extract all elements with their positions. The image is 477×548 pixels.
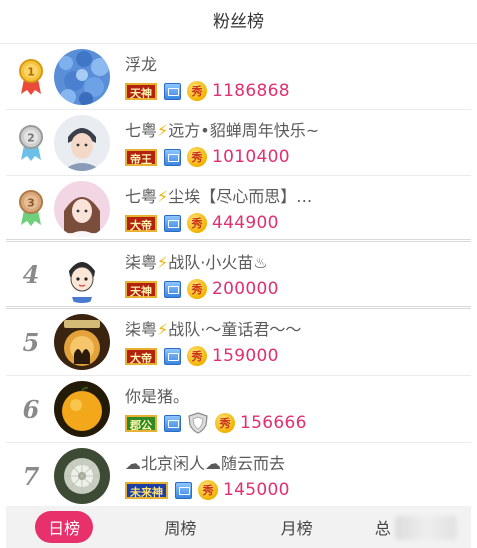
rank-number: 7 <box>22 462 40 491</box>
svg-text:1: 1 <box>27 65 35 78</box>
user-name: 尘埃【尽心而思】… <box>168 187 313 206</box>
rank-number: 5 <box>22 327 40 357</box>
xiu-coin-icon: 秀 <box>215 413 235 433</box>
avatar[interactable] <box>54 247 110 303</box>
user-name-prefix: 七粤 <box>125 187 158 206</box>
xiu-coin-icon: 秀 <box>187 346 207 366</box>
level-badge-icon <box>164 347 181 365</box>
user-name-prefix: 柒粤 <box>125 253 158 272</box>
level-badge-icon <box>164 82 181 100</box>
avatar[interactable] <box>54 381 110 437</box>
tab-weekly[interactable]: 周榜 <box>122 515 238 539</box>
list-item[interactable]: 6 你是猪。 郡公 秀 156666 <box>6 376 471 443</box>
svg-text:2: 2 <box>27 131 35 144</box>
score: 200000 <box>212 279 279 299</box>
title-badge: 大帝 <box>125 347 157 365</box>
score: 145000 <box>223 480 290 500</box>
user-name: ☁北京闲人☁随云而去 <box>125 454 286 473</box>
avatar[interactable] <box>54 448 110 504</box>
list-item[interactable]: 1 浮龙 天神 秀 1186868 <box>6 44 471 110</box>
title-badge: 天神 <box>125 280 157 298</box>
level-badge-icon <box>164 414 181 432</box>
bronze-medal-icon: 3 <box>18 176 44 239</box>
xiu-coin-icon: 秀 <box>187 213 207 233</box>
level-badge-icon <box>164 214 181 232</box>
xiu-coin-icon: 秀 <box>187 147 207 167</box>
rank-number: 6 <box>22 394 40 424</box>
list-item[interactable]: 3 七粤⚡尘埃【尽心而思】… 大帝 秀 444900 <box>6 176 471 242</box>
user-name: 战队·小火苗♨ <box>168 253 268 272</box>
tab-monthly[interactable]: 月榜 <box>239 515 355 539</box>
user-name-prefix: 柒粤 <box>125 320 158 339</box>
avatar[interactable] <box>54 49 110 105</box>
lightning-icon: ⚡ <box>157 187 169 206</box>
score: 156666 <box>240 413 307 433</box>
title-badge: 郡公 <box>125 414 157 432</box>
list-item[interactable]: 7 ☁北京闲人☁随云而去 未来神 秀 145000 <box>6 443 471 510</box>
list-item[interactable]: 2 七粤⚡远方•貂蝉周年快乐~ 帝王 秀 1010400 <box>6 110 471 176</box>
user-name: 你是猪。 <box>125 387 190 406</box>
list-item[interactable]: 4 柒粤⚡战队·小火苗♨ 天神 秀 200000 <box>6 242 471 309</box>
user-name: 战队·～童话君～～ <box>168 320 302 339</box>
score: 1186868 <box>212 81 290 101</box>
score: 1010400 <box>212 147 290 167</box>
user-name: 浮龙 <box>125 55 158 74</box>
avatar[interactable] <box>54 314 110 370</box>
title-badge: 未来神 <box>125 481 168 499</box>
level-badge-icon <box>164 280 181 298</box>
title-badge: 天神 <box>125 82 157 100</box>
score: 444900 <box>212 213 279 233</box>
gold-medal-icon: 1 <box>18 44 44 109</box>
xiu-coin-icon: 秀 <box>187 279 207 299</box>
avatar[interactable] <box>54 115 110 171</box>
lightning-icon: ⚡ <box>157 121 169 140</box>
title-badge: 帝王 <box>125 148 157 166</box>
level-badge-icon <box>175 481 192 499</box>
xiu-coin-icon: 秀 <box>187 81 207 101</box>
lightning-icon: ⚡ <box>157 253 169 272</box>
tab-daily[interactable]: 日榜 <box>6 511 122 543</box>
score: 159000 <box>212 346 279 366</box>
rank-number: 4 <box>22 259 40 289</box>
list-item[interactable]: 5 柒粤⚡战队·～童话君～～ 大帝 秀 159000 <box>6 309 471 376</box>
avatar[interactable] <box>54 181 110 237</box>
user-name-prefix: 七粤 <box>125 121 158 140</box>
blurred-watermark <box>395 516 457 540</box>
page-title: 粉丝榜 <box>0 0 477 44</box>
lightning-icon: ⚡ <box>157 320 169 339</box>
xiu-coin-icon: 秀 <box>198 480 218 500</box>
svg-text:3: 3 <box>27 196 35 209</box>
shield-icon <box>188 412 208 434</box>
user-name: 远方•貂蝉周年快乐~ <box>168 121 320 140</box>
silver-medal-icon: 2 <box>18 110 44 175</box>
title-badge: 大帝 <box>125 214 157 232</box>
level-badge-icon <box>164 148 181 166</box>
fan-ranking-list: 1 浮龙 天神 秀 1186868 2 七粤⚡远方•貂蝉周年快乐~ 帝王 秀 1… <box>6 44 471 510</box>
